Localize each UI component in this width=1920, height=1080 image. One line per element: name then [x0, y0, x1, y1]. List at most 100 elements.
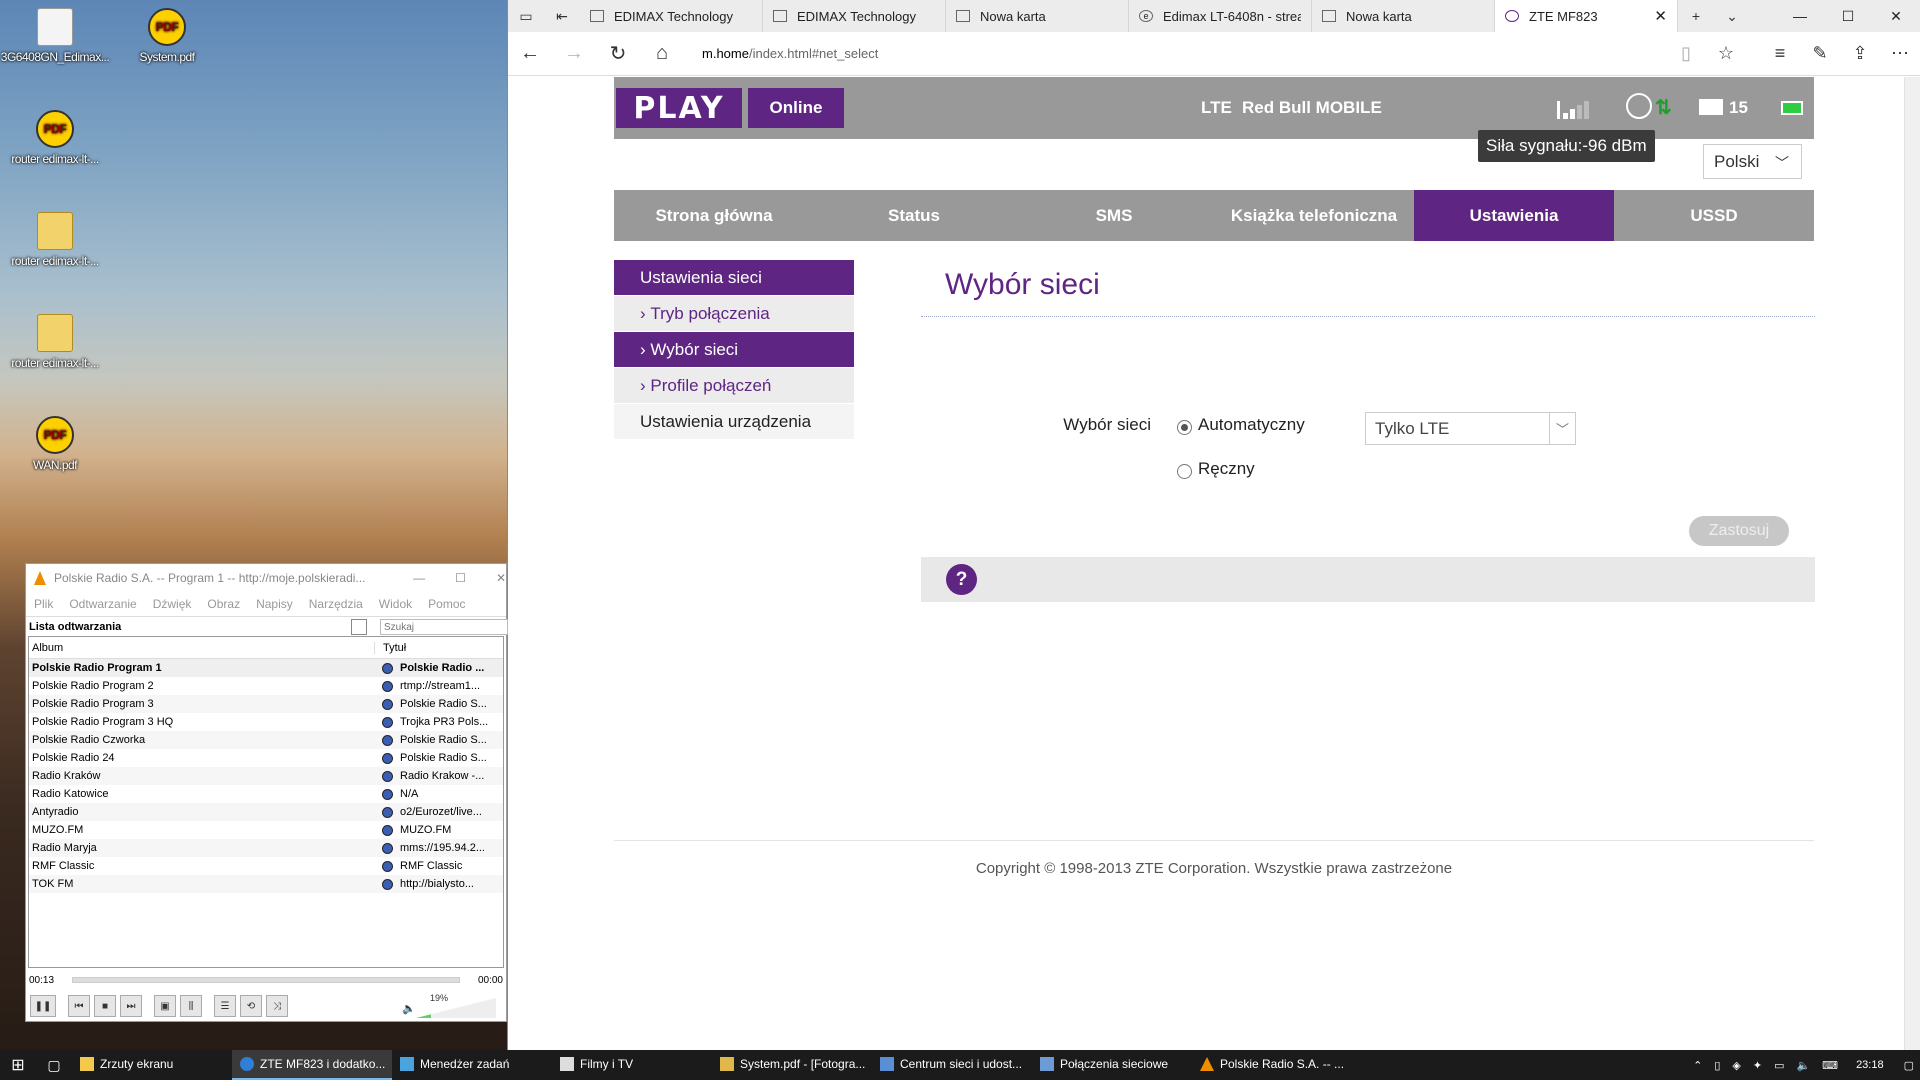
desktop-icon-router-pdf[interactable]: PDF router edimax-lt-...: [0, 110, 110, 166]
menu-ussd[interactable]: USSD: [1614, 190, 1814, 241]
page-scrollbar[interactable]: [1904, 77, 1920, 1050]
table-row[interactable]: Radio Katowice N/A: [29, 785, 503, 803]
tab-new-2[interactable]: Nowa karta: [1312, 0, 1495, 32]
volume-slider[interactable]: 🔈 19%: [402, 993, 496, 1018]
taskbar-item-task-manager[interactable]: Menedżer zadań: [392, 1050, 552, 1080]
menu-view[interactable]: Widok: [379, 597, 412, 611]
home-icon[interactable]: ⌂: [640, 32, 684, 76]
back-icon[interactable]: ←: [508, 32, 552, 76]
column-title[interactable]: Tytuł: [374, 641, 503, 654]
sidebar-device-settings[interactable]: Ustawienia urządzenia: [614, 404, 854, 440]
taskbar-item-vlc[interactable]: Polskie Radio S.A. -- ...: [1192, 1050, 1352, 1080]
reading-view-icon[interactable]: ▯: [1666, 32, 1706, 76]
tab-preview-icon[interactable]: ▭: [508, 0, 544, 32]
pause-button[interactable]: ❚❚: [30, 995, 56, 1017]
menu-home[interactable]: Strona główna: [614, 190, 814, 241]
taskbar-item-network-connections[interactable]: Połączenia sieciowe: [1032, 1050, 1192, 1080]
playlist-search-input[interactable]: [380, 619, 508, 635]
url-field[interactable]: m.home/index.html#net_select: [702, 46, 1582, 61]
table-row[interactable]: Polskie Radio Czworka Polskie Radio S...: [29, 731, 503, 749]
minimize-button[interactable]: —: [413, 571, 425, 585]
menu-file[interactable]: Plik: [34, 597, 53, 611]
table-row[interactable]: Radio Kraków Radio Krakow -...: [29, 767, 503, 785]
menu-sms[interactable]: SMS: [1014, 190, 1214, 241]
menu-help[interactable]: Pomoc: [428, 597, 465, 611]
clock[interactable]: 23:18: [1856, 1059, 1884, 1071]
network-mode-select[interactable]: Tylko LTE ﹀: [1365, 412, 1576, 445]
table-row[interactable]: Radio Maryja mms://195.94.2...: [29, 839, 503, 857]
sidebar-network-settings[interactable]: Ustawienia sieci: [614, 260, 854, 296]
set-aside-tabs-icon[interactable]: ⇤: [544, 0, 580, 32]
next-button[interactable]: ⏭: [120, 995, 142, 1017]
shuffle-button[interactable]: ⤨: [266, 995, 288, 1017]
menu-tools[interactable]: Narzędzia: [309, 597, 363, 611]
taskbar-item-screenshots[interactable]: Zrzuty ekranu: [72, 1050, 232, 1080]
taskbar-item-movies[interactable]: Filmy i TV: [552, 1050, 712, 1080]
start-button[interactable]: ⊞: [0, 1050, 36, 1080]
tab-edimax-stream[interactable]: e Edimax LT-6408n - strear: [1129, 0, 1312, 32]
column-album[interactable]: Album: [29, 642, 374, 654]
forward-icon[interactable]: →: [552, 32, 596, 76]
signal-strength-icon[interactable]: [1557, 97, 1607, 119]
menu-playback[interactable]: Odtwarzanie: [69, 597, 136, 611]
sidebar-item-network-select[interactable]: › Wybór sieci: [614, 332, 854, 368]
task-view-icon[interactable]: ▢: [36, 1050, 72, 1080]
table-row[interactable]: MUZO.FM MUZO.FM: [29, 821, 503, 839]
taskbar-item-system-pdf[interactable]: System.pdf - [Fotogra...: [712, 1050, 872, 1080]
chevron-down-icon[interactable]: ⌄: [1714, 0, 1750, 32]
web-note-icon[interactable]: ✎: [1800, 32, 1840, 76]
menu-phonebook[interactable]: Książka telefoniczna: [1214, 190, 1414, 241]
close-window-button[interactable]: ✕: [1872, 0, 1920, 32]
menu-settings[interactable]: Ustawienia: [1414, 190, 1614, 241]
previous-button[interactable]: ⏮: [68, 995, 90, 1017]
table-row[interactable]: RMF Classic RMF Classic: [29, 857, 503, 875]
chevron-up-icon[interactable]: ⌃: [1693, 1059, 1702, 1072]
shield-icon[interactable]: ◈: [1732, 1059, 1740, 1072]
table-row[interactable]: Polskie Radio 24 Polskie Radio S...: [29, 749, 503, 767]
extended-settings-button[interactable]: ⫼: [180, 995, 202, 1017]
language-select[interactable]: Polski ﹀: [1703, 144, 1802, 179]
sidebar-item-connection-profiles[interactable]: › Profile połączeń: [614, 368, 854, 404]
close-tab-icon[interactable]: ✕: [1654, 7, 1667, 25]
maximize-button[interactable]: ☐: [1824, 0, 1872, 32]
tab-edimax-2[interactable]: EDIMAX Technology: [763, 0, 946, 32]
menu-video[interactable]: Obraz: [207, 597, 240, 611]
fullscreen-button[interactable]: ▣: [154, 995, 176, 1017]
menu-status[interactable]: Status: [814, 190, 1014, 241]
desktop-icon-system-pdf[interactable]: PDF System.pdf: [112, 8, 222, 64]
desktop-icon-wan-pdf[interactable]: PDF WAN.pdf: [0, 416, 110, 472]
close-window-button[interactable]: ✕: [496, 571, 506, 585]
taskbar-item-network-center[interactable]: Centrum sieci i udost...: [872, 1050, 1032, 1080]
playlist-button[interactable]: ☰: [214, 995, 236, 1017]
help-icon[interactable]: ?: [946, 564, 977, 595]
table-row[interactable]: Polskie Radio Program 1 Polskie Radio ...: [29, 659, 503, 677]
apply-button[interactable]: Zastosuj: [1689, 516, 1789, 546]
seek-bar[interactable]: [72, 977, 460, 983]
table-row[interactable]: TOK FM http://bialysto...: [29, 875, 503, 893]
playlist-view-icon[interactable]: [351, 619, 367, 635]
table-row[interactable]: Polskie Radio Program 3 Polskie Radio S..…: [29, 695, 503, 713]
desktop-icon-file[interactable]: 3G6408GN_Edimax...: [0, 8, 110, 64]
new-tab-icon[interactable]: +: [1678, 0, 1714, 32]
tray-app-icon-2[interactable]: ✦: [1753, 1059, 1762, 1072]
radio-manual[interactable]: [1177, 464, 1192, 479]
stop-button[interactable]: ■: [94, 995, 116, 1017]
taskbar-item-edge[interactable]: ZTE MF823 i dodatko...: [232, 1050, 392, 1080]
loop-button[interactable]: ⟲: [240, 995, 262, 1017]
maximize-button[interactable]: ☐: [455, 571, 466, 585]
tab-new-1[interactable]: Nowa karta: [946, 0, 1129, 32]
radio-automatic[interactable]: [1177, 420, 1192, 435]
envelope-icon[interactable]: [1699, 99, 1723, 115]
more-icon[interactable]: ⋯: [1880, 32, 1920, 76]
table-row[interactable]: Polskie Radio Program 3 HQ Trojka PR3 Pol…: [29, 713, 503, 731]
tray-app-icon[interactable]: ▯: [1714, 1059, 1720, 1072]
table-row[interactable]: Antyradio o2/Eurozet/live...: [29, 803, 503, 821]
tab-zte-mf823[interactable]: ZTE MF823 ✕: [1495, 0, 1678, 32]
hub-icon[interactable]: ≡: [1760, 32, 1800, 76]
desktop-icon-router-zip[interactable]: router edimax-lt-...: [0, 212, 110, 268]
sidebar-item-connection-mode[interactable]: › Tryb połączenia: [614, 296, 854, 332]
notifications-icon[interactable]: ▢: [1904, 1059, 1914, 1072]
table-row[interactable]: Polskie Radio Program 2 rtmp://stream1...: [29, 677, 503, 695]
share-icon[interactable]: ⇪: [1840, 32, 1880, 76]
menu-subtitles[interactable]: Napisy: [256, 597, 293, 611]
